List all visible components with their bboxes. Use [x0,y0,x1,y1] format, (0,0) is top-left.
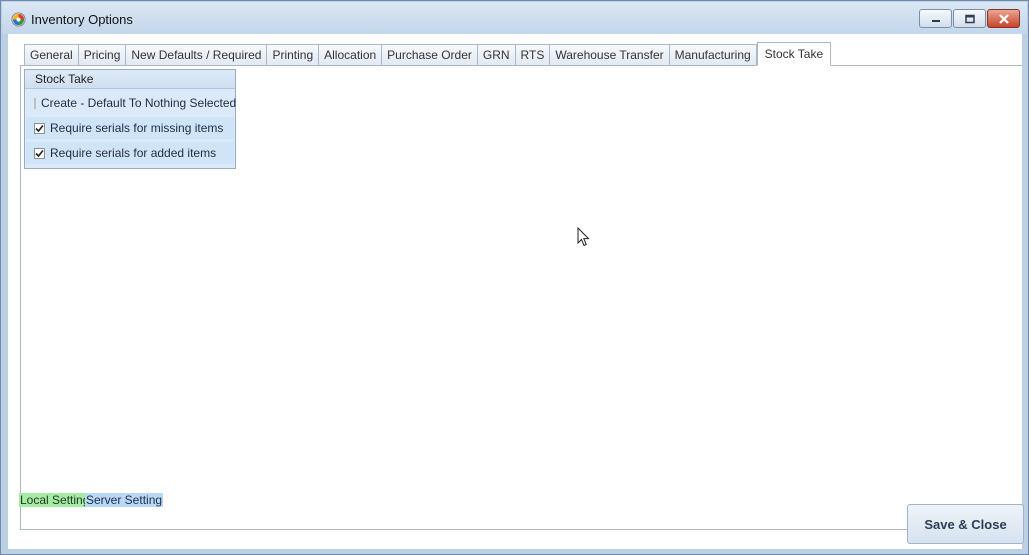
tab-manufacturing[interactable]: Manufacturing [668,44,757,66]
tab-allocation[interactable]: Allocation [318,44,382,66]
require-serials-added-checkbox[interactable] [34,147,45,159]
tab-pricing[interactable]: Pricing [77,44,126,66]
tab-new-defaults-required[interactable]: New Defaults / Required [125,44,267,66]
minimize-button[interactable] [919,9,952,28]
save-and-close-button[interactable]: Save & Close [907,504,1024,544]
create-default-label: Create - Default To Nothing Selected [41,96,237,110]
dialog-body: General Pricing New Defaults / Required … [8,34,1024,549]
checkmark-icon [35,124,44,132]
require-serials-added-label: Require serials for added items [50,146,217,160]
options-tabstrip: General Pricing New Defaults / Required … [24,42,832,66]
option-create-default-nothing-selected[interactable]: Create - Default To Nothing Selected [26,92,237,114]
tab-rts[interactable]: RTS [514,44,550,66]
stock-take-group-title: Stock Take [25,70,235,89]
title-bar[interactable]: Inventory Options [2,2,1027,34]
legend-local-setting: Local Setting [19,493,91,507]
option-require-serials-missing[interactable]: Require serials for missing items [26,117,234,139]
tab-stock-take[interactable]: Stock Take [756,42,832,66]
maximize-button[interactable] [953,9,986,28]
option-require-serials-added[interactable]: Require serials for added items [26,142,234,164]
minimize-icon [931,19,940,22]
checkmark-icon [35,149,44,157]
tab-general[interactable]: General [24,44,78,66]
require-serials-missing-label: Require serials for missing items [50,121,224,135]
legend-server-setting: Server Setting [85,493,164,507]
tab-printing[interactable]: Printing [266,44,319,66]
window-title: Inventory Options [31,12,133,27]
mouse-pointer-icon [577,227,590,247]
require-serials-missing-checkbox[interactable] [34,122,45,134]
tab-warehouse-transfer[interactable]: Warehouse Transfer [549,44,669,66]
tab-purchase-order[interactable]: Purchase Order [381,44,477,66]
app-logo-icon [11,12,26,27]
maximize-icon [964,14,975,23]
stock-take-group: Stock Take Create - Default To Nothing S… [24,69,236,169]
inventory-options-window: Inventory Options General Pricing New De… [0,0,1029,555]
create-default-checkbox[interactable] [34,97,36,109]
tab-grn[interactable]: GRN [476,44,515,66]
close-icon [998,13,1009,24]
close-button[interactable] [987,9,1020,28]
